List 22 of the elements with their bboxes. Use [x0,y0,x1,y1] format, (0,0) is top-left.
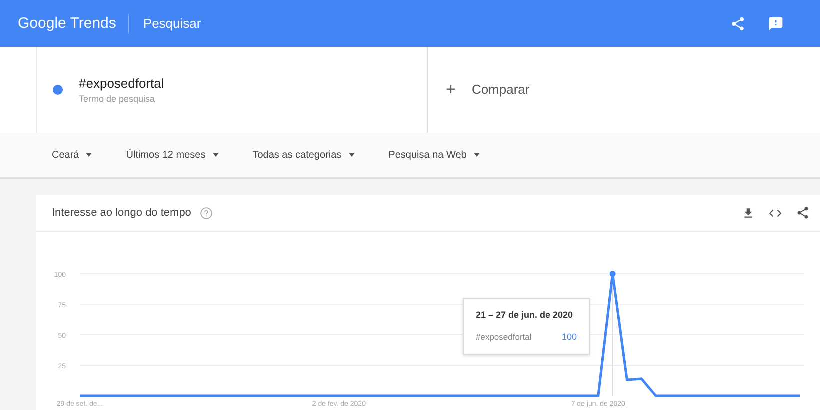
card-title: Interesse ao longo do tempo [52,206,192,221]
page-title: Pesquisar [142,14,202,33]
search-term[interactable]: #exposedfortal [79,74,164,93]
filter-dropdown[interactable]: Últimos 12 meses [126,146,219,164]
share-icon[interactable] [796,206,810,220]
feedback-icon[interactable] [768,16,784,32]
caret-icon [348,153,355,157]
compare-button[interactable]: + Comparar [446,77,530,103]
caret-icon [86,153,92,157]
tooltip-date: 21 – 27 de jun. de 2020 [476,309,574,322]
share-icon[interactable] [730,16,746,32]
download-icon[interactable] [742,206,755,220]
logo[interactable]: Google Trends [0,14,130,34]
term-subtitle: Termo de pesquisa [79,93,156,106]
data-point [610,271,616,277]
tooltip-value: 100 [562,330,577,344]
filter-dropdown[interactable]: Ceará [52,146,92,164]
caret-icon [474,153,480,157]
tooltip-term: #exposedfortal [476,330,532,344]
filter-dropdown[interactable]: Todas as categorias [252,146,355,164]
caret-icon [212,153,219,157]
filter-dropdown[interactable]: Pesquisa na Web [388,146,480,164]
